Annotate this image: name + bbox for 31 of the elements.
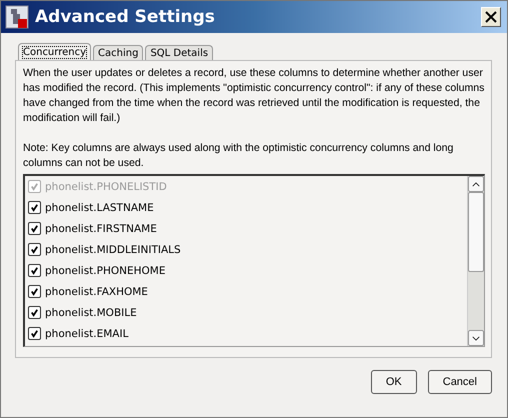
column-label: phonelist.LASTNAME (45, 202, 154, 214)
checkbox[interactable] (28, 327, 41, 340)
tab[interactable]: Concurrency (18, 43, 92, 60)
checkbox[interactable] (28, 201, 41, 214)
column-label: phonelist.EMAIL (45, 328, 128, 340)
scroll-thumb[interactable] (468, 192, 484, 272)
checkbox[interactable] (28, 222, 41, 235)
column-label: phonelist.MOBILE (45, 306, 137, 318)
caret-down-icon (472, 336, 480, 340)
column-label: phonelist.FAXHOME (45, 286, 148, 298)
ok-button[interactable]: OK (370, 370, 417, 394)
scroll-up-button[interactable] (468, 176, 484, 192)
column-label: phonelist.PHONEHOME (45, 264, 166, 276)
cancel-button[interactable]: Cancel (428, 370, 492, 394)
note-text: Note: Key columns are always used along with the optimistic concurrency columns and long columns can not be used. (23, 141, 454, 171)
close-button[interactable] (481, 7, 501, 27)
description-text: When the user updates or deletes a record, use these columns to determine whether another user has modified the record. (This implements "optimistic concurrency control": if any of these columns have changed from the time when the record was retrieved until the modification is requested, the modification will fail.) (23, 66, 485, 126)
scrollbar[interactable] (467, 176, 484, 346)
column-label: phonelist.MIDDLEINITIALS (45, 244, 181, 256)
tab[interactable]: SQL Details (145, 45, 214, 60)
scroll-down-button[interactable] (468, 330, 484, 346)
checkbox[interactable] (28, 306, 41, 319)
close-icon (485, 11, 497, 23)
caret-up-icon (472, 182, 480, 186)
checkbox[interactable] (28, 243, 41, 256)
checkbox[interactable] (28, 264, 41, 277)
checkbox[interactable] (28, 285, 41, 298)
column-label: phonelist.PHONELISTID (45, 180, 167, 192)
tab[interactable]: Caching (93, 45, 144, 60)
column-label: phonelist.FIRSTNAME (45, 222, 157, 234)
window-title: Advanced Settings (35, 7, 216, 27)
